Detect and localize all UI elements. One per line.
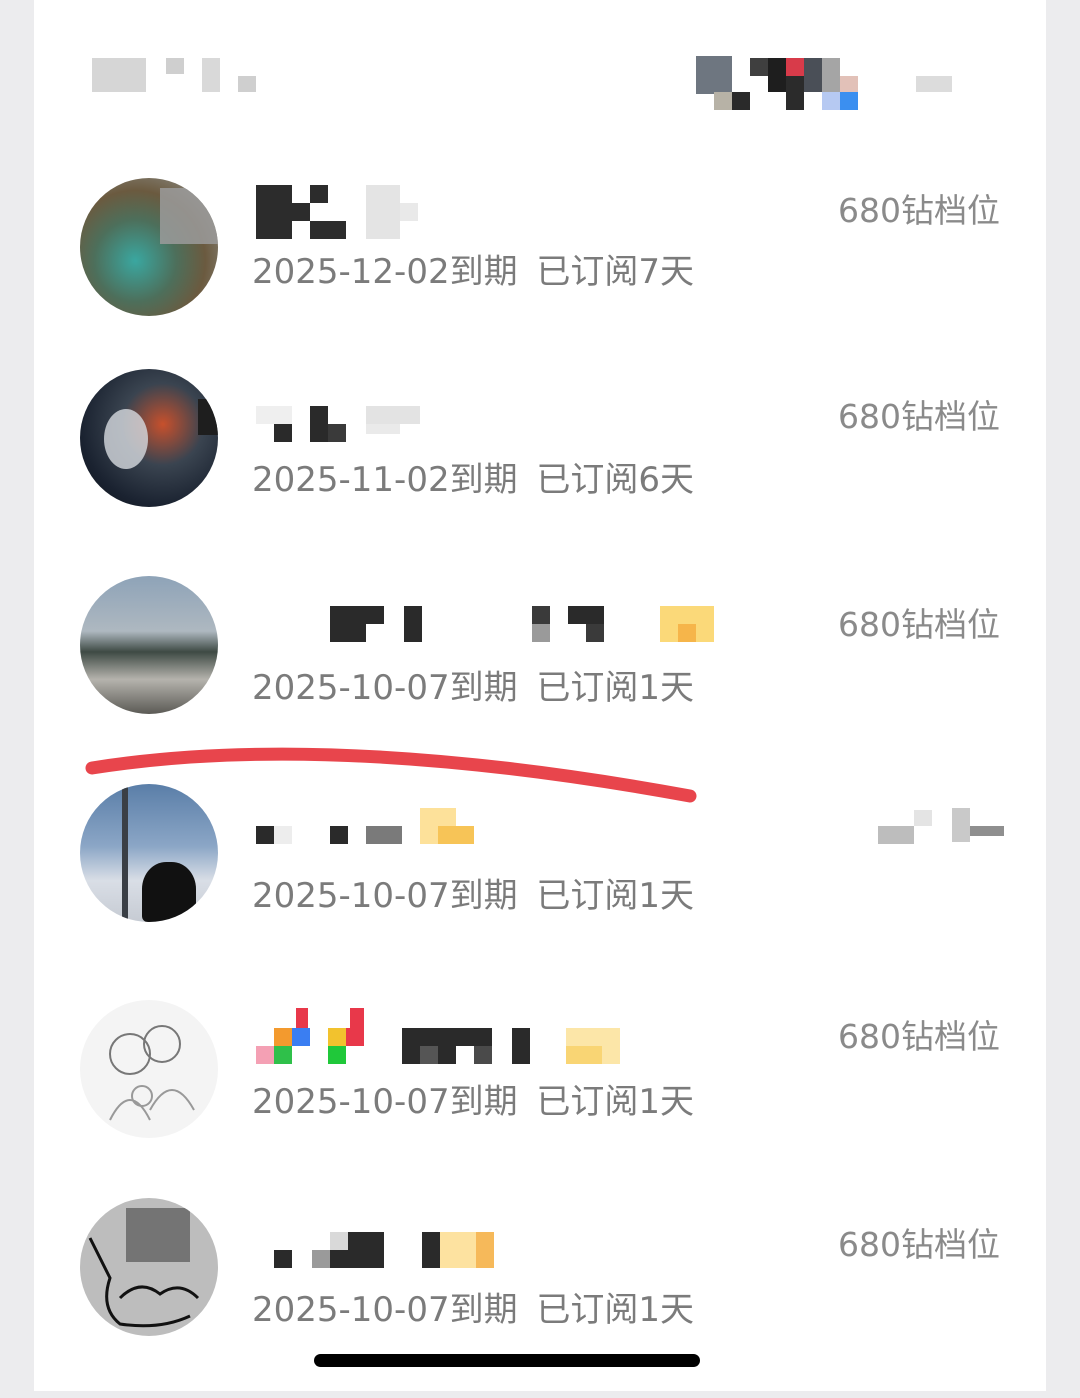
list-item[interactable]: 2025-11-02到期 已订阅6天 680钻档位 [34,368,1046,568]
list-item[interactable]: 2025-10-07到期 已订阅1天 [34,784,1046,984]
avatar[interactable] [80,1198,218,1336]
subscribed-days: 已订阅1天 [536,1082,695,1122]
list-header [34,0,1046,140]
tier-label: 680钻档位 [838,1225,1000,1264]
list-item[interactable]: 2025-10-07到期 已订阅1天 680钻档位 [34,990,1046,1190]
avatar[interactable] [80,576,218,714]
subscribed-days: 已订阅1天 [536,1290,695,1330]
cartoon-couple-icon [109,1025,195,1121]
subscribed-days: 已订阅1天 [536,876,695,916]
tier-label: 680钻档位 [838,191,1000,230]
expiry-date: 2025-12-02到期 [252,252,518,292]
home-indicator[interactable] [314,1354,700,1367]
expiry-date: 2025-10-07到期 [252,1082,518,1122]
subscription-list-panel: 2025-12-02到期 已订阅7天 680钻档位 2025-11-02到期 已… [34,0,1046,1391]
avatar[interactable] [80,178,218,316]
subscribed-days: 已订阅1天 [536,668,695,708]
expiry-date: 2025-11-02到期 [252,460,518,500]
list-item[interactable]: 2025-12-02到期 已订阅7天 680钻档位 [34,160,1046,360]
subscription-info: 2025-10-07到期 已订阅1天 [252,660,694,709]
subscribed-days: 已订阅7天 [536,252,695,292]
subscription-info: 2025-10-07到期 已订阅1天 [252,1282,694,1331]
avatar[interactable] [80,1000,218,1138]
subscribed-days: 已订阅6天 [536,460,695,500]
subscription-info: 2025-12-02到期 已订阅7天 [252,244,694,293]
list-item[interactable]: 2025-10-07到期 已订阅1天 680钻档位 [34,576,1046,776]
avatar[interactable] [80,369,218,507]
list-item[interactable]: 2025-10-07到期 已订阅1天 680钻档位 [34,1198,1046,1398]
subscription-info: 2025-10-07到期 已订阅1天 [252,1074,694,1123]
expiry-date: 2025-10-07到期 [252,668,518,708]
subscription-info: 2025-11-02到期 已订阅6天 [252,452,694,501]
expiry-date: 2025-10-07到期 [252,1290,518,1330]
expiry-date: 2025-10-07到期 [252,876,518,916]
subscription-info: 2025-10-07到期 已订阅1天 [252,868,694,917]
tier-label: 680钻档位 [838,1017,1000,1056]
tier-label: 680钻档位 [838,397,1000,436]
tier-label: 680钻档位 [838,605,1000,644]
cat-drawing-icon [88,1237,200,1328]
avatar[interactable] [80,784,218,922]
